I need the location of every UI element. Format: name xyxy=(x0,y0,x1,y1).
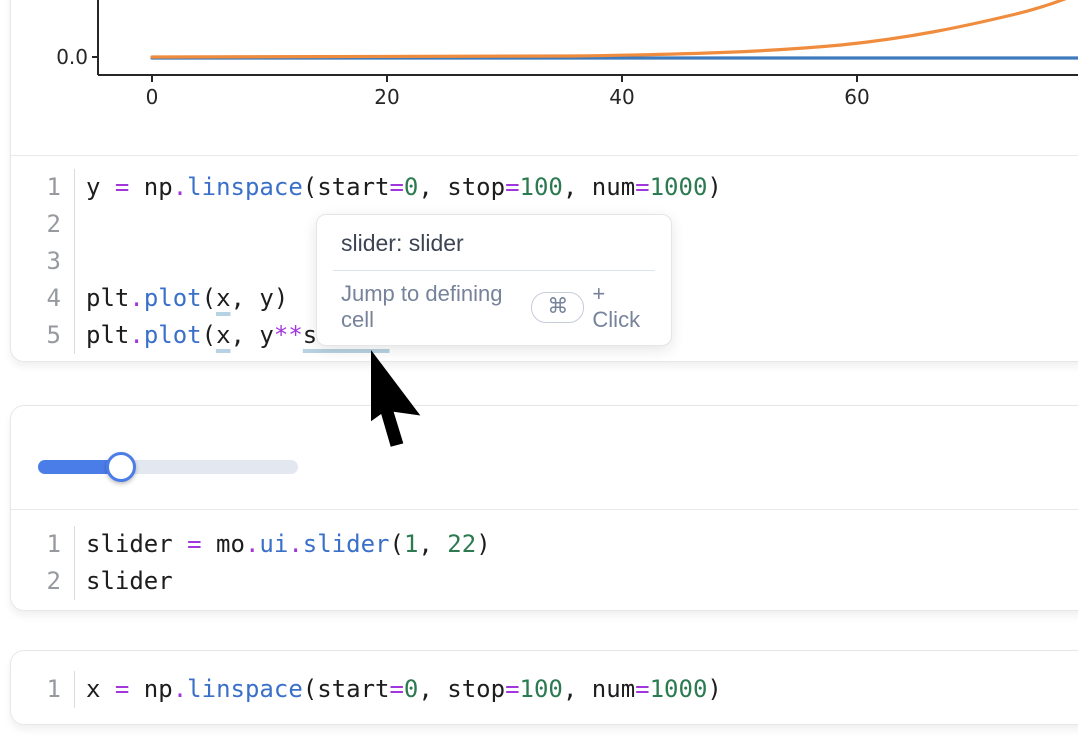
code-token: x xyxy=(216,284,230,312)
line-number: 2 xyxy=(11,563,75,600)
code-token: , xyxy=(418,530,447,558)
notebook-cell-x: 1x = np.linspace(start=0, stop=100, num=… xyxy=(10,650,1078,725)
tooltip-title: slider: slider xyxy=(317,215,671,270)
code-line[interactable]: 1x = np.linspace(start=0, stop=100, num=… xyxy=(11,671,1078,708)
code-token: x xyxy=(86,675,115,703)
x-tick-label-20: 20 xyxy=(374,85,399,109)
code-text: x = np.linspace(start=0, stop=100, num=1… xyxy=(75,671,722,708)
code-line[interactable]: 2 slider xyxy=(11,563,1078,600)
code-token: ( xyxy=(389,530,403,558)
line-number: 3 xyxy=(11,243,75,280)
code-token: . xyxy=(129,284,143,312)
code-token: plt xyxy=(86,284,129,312)
code-token: = xyxy=(115,675,129,703)
code-token: , y) xyxy=(231,284,289,312)
command-key-icon: ⌘ xyxy=(531,292,584,323)
code-token: y xyxy=(86,173,115,201)
x-tick-label-60: 60 xyxy=(844,85,869,109)
code-token: slider xyxy=(86,567,173,595)
code-token: plt xyxy=(86,321,129,349)
line-number: 4 xyxy=(11,280,75,317)
slider[interactable] xyxy=(38,452,298,482)
code-token: np xyxy=(129,675,172,703)
code-token: 1000 xyxy=(650,173,708,201)
code-token: , stop xyxy=(418,173,505,201)
tooltip-action-label: Jump to defining cell xyxy=(341,281,523,333)
code-token: ) xyxy=(476,530,490,558)
code-editor[interactable]: 1x = np.linspace(start=0, stop=100, num=… xyxy=(11,651,1078,724)
code-token: 0 xyxy=(404,173,418,201)
code-token: linspace xyxy=(187,173,303,201)
code-token: = xyxy=(389,173,403,201)
plot-tick-marks xyxy=(92,57,857,82)
slider-track[interactable] xyxy=(38,460,298,474)
code-token: linspace xyxy=(187,675,303,703)
code-token: 1000 xyxy=(650,675,708,703)
variable-tooltip: slider: slider Jump to defining cell ⌘ +… xyxy=(316,214,672,346)
code-token: , stop xyxy=(418,675,505,703)
code-token: . xyxy=(288,530,302,558)
code-text: y = np.linspace(start=0, stop=100, num=1… xyxy=(75,169,722,206)
code-token: 22 xyxy=(447,530,476,558)
code-token: 0 xyxy=(404,675,418,703)
code-editor[interactable]: 1slider = mo.ui.slider(1, 22)2slider xyxy=(11,509,1078,610)
x-tick-label-0: 0 xyxy=(146,85,159,109)
code-token: np xyxy=(129,173,172,201)
matplotlib-plot: 0.0 0 20 40 60 xyxy=(11,0,1078,155)
code-token: x xyxy=(216,321,230,349)
code-token: (start xyxy=(303,173,390,201)
code-token: . xyxy=(129,321,143,349)
code-token: slider xyxy=(303,530,390,558)
code-token: mo xyxy=(202,530,245,558)
code-token: = xyxy=(187,530,201,558)
code-line[interactable]: 1y = np.linspace(start=0, stop=100, num=… xyxy=(11,169,1078,206)
code-token: , y xyxy=(231,321,274,349)
code-token: = xyxy=(115,173,129,201)
plot-output: 0.0 0 20 40 60 xyxy=(11,0,1078,155)
code-token: slider xyxy=(86,530,187,558)
code-text xyxy=(75,206,100,243)
code-token: plot xyxy=(144,321,202,349)
x-tick-label-40: 40 xyxy=(609,85,634,109)
code-token: plot xyxy=(144,284,202,312)
code-token: . xyxy=(173,675,187,703)
code-token: ( xyxy=(202,321,216,349)
code-token: = xyxy=(635,173,649,201)
code-text: slider = mo.ui.slider(1, 22) xyxy=(75,526,491,563)
code-token: = xyxy=(505,173,519,201)
mouse-cursor-icon xyxy=(371,350,461,460)
code-text: slider xyxy=(75,563,173,600)
code-token: . xyxy=(173,173,187,201)
y-tick-label: 0.0 xyxy=(56,45,88,69)
code-token: ** xyxy=(274,321,303,349)
line-number: 1 xyxy=(11,671,75,708)
line-number: 2 xyxy=(11,206,75,243)
code-token: 100 xyxy=(520,173,563,201)
code-text: plt.plot(x, y) xyxy=(75,280,288,317)
line-number: 1 xyxy=(11,526,75,563)
slider-thumb[interactable] xyxy=(106,452,136,482)
series-line-orange xyxy=(152,0,1078,57)
code-text xyxy=(75,243,100,280)
code-token: = xyxy=(389,675,403,703)
code-token: = xyxy=(635,675,649,703)
code-token: (start xyxy=(303,675,390,703)
code-token: ( xyxy=(202,284,216,312)
code-token: , num xyxy=(563,675,635,703)
code-token: 1 xyxy=(404,530,418,558)
code-token: ) xyxy=(707,675,721,703)
code-token: ui xyxy=(259,530,288,558)
tooltip-suffix: + Click xyxy=(592,281,653,333)
code-token: = xyxy=(505,675,519,703)
notebook-cell-slider: 1slider = mo.ui.slider(1, 22)2slider xyxy=(10,405,1078,611)
code-line[interactable]: 1slider = mo.ui.slider(1, 22) xyxy=(11,526,1078,563)
code-token: . xyxy=(245,530,259,558)
slider-output xyxy=(11,406,1078,509)
code-token: , num xyxy=(563,173,635,201)
line-number: 5 xyxy=(11,317,75,354)
line-number: 1 xyxy=(11,169,75,206)
code-token: 100 xyxy=(520,675,563,703)
code-token: ) xyxy=(707,173,721,201)
